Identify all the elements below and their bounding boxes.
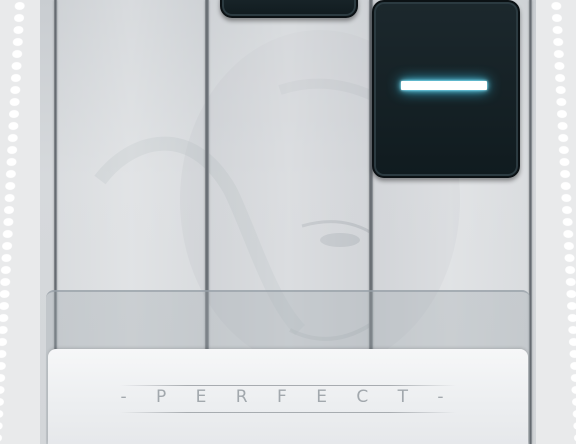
tile-upcoming[interactable] [220, 0, 358, 18]
right-dotted-border [536, 0, 576, 444]
tile-active[interactable] [372, 0, 520, 178]
judgement-text: - P E R F E C T - [120, 387, 456, 407]
judgement-line-bottom [120, 412, 456, 413]
game-playfield: - P E R F E C T - [40, 0, 536, 444]
judgement-line-top [120, 385, 456, 386]
judgement-bar: - P E R F E C T - [48, 349, 528, 444]
tile-glow-light [401, 81, 487, 90]
left-dotted-border [0, 0, 40, 444]
